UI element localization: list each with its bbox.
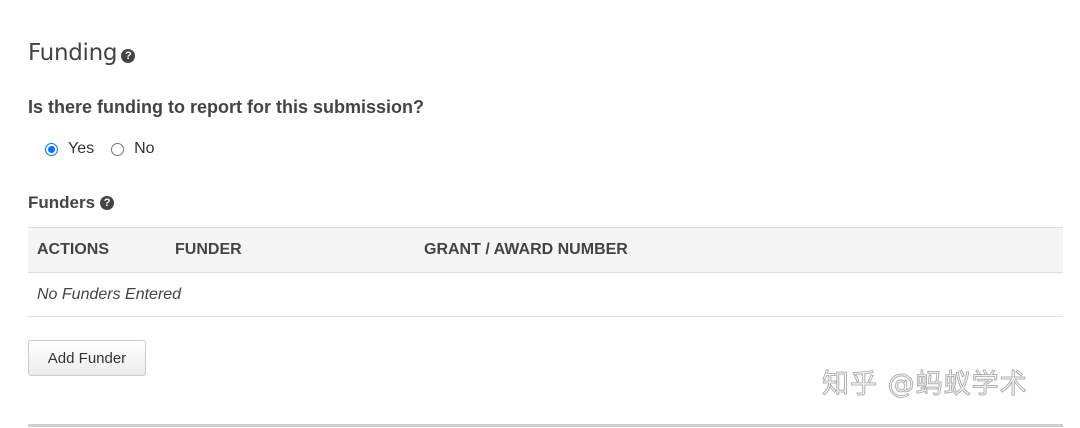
funders-heading-text: Funders [28, 193, 96, 212]
column-header-funder: FUNDER [175, 241, 242, 258]
column-header-actions: ACTIONS [37, 241, 109, 258]
add-funder-button[interactable]: Add Funder [28, 340, 146, 376]
section-title-text: Funding [28, 40, 118, 66]
radio-yes[interactable]: Yes [45, 140, 94, 158]
empty-table-message: No Funders Entered [37, 286, 182, 303]
watermark: 知乎 @蚂蚁学术 [822, 369, 1028, 401]
funders-heading: Funders ? [28, 193, 115, 213]
table-row: No Funders Entered [28, 273, 1063, 317]
section-title: Funding ? [28, 40, 136, 66]
funding-radio-group: Yes No [45, 140, 172, 158]
funders-help-icon[interactable]: ? [100, 196, 115, 210]
radio-yes-label: Yes [68, 140, 95, 157]
funding-form: Funding ? Is there funding to report for… [0, 0, 1080, 428]
funding-question: Is there funding to report for this subm… [28, 97, 425, 117]
radio-no[interactable]: No [111, 140, 155, 158]
funders-table: ACTIONS FUNDER GRANT / AWARD NUMBER No F… [28, 227, 1063, 317]
section-divider [28, 424, 1063, 427]
radio-no-indicator[interactable] [111, 142, 125, 156]
help-icon[interactable]: ? [121, 49, 136, 63]
column-header-grant-award-number: GRANT / AWARD NUMBER [424, 241, 628, 258]
radio-yes-indicator[interactable] [45, 142, 58, 156]
table-header: ACTIONS FUNDER GRANT / AWARD NUMBER [28, 228, 1063, 273]
radio-no-label: No [134, 140, 155, 157]
